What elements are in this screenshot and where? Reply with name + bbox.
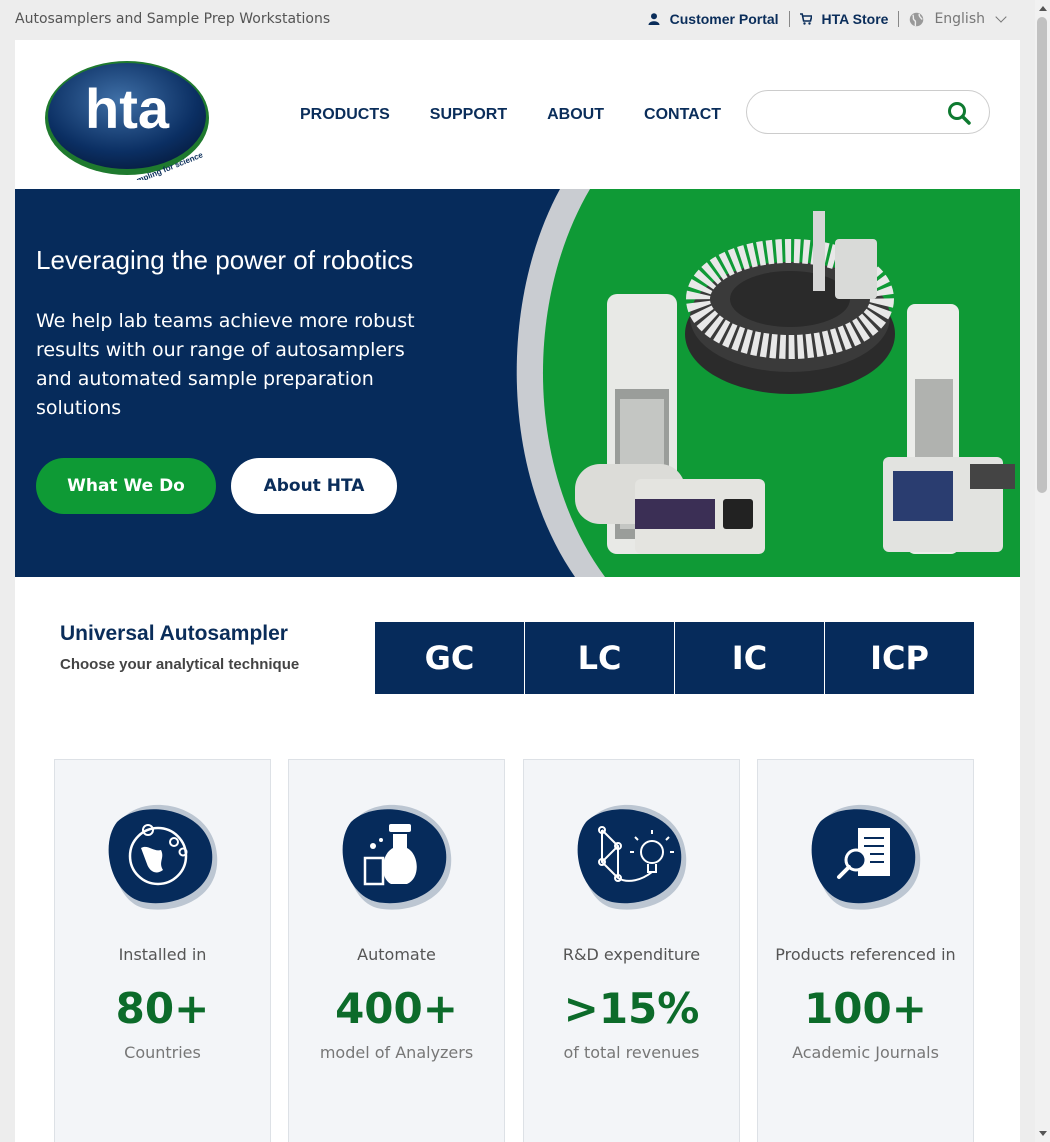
hero-title: Leveraging the power of robotics: [36, 245, 414, 275]
language-label: English: [934, 11, 985, 27]
technique-icp-button[interactable]: ICP: [825, 622, 974, 694]
globe-icon: [910, 12, 924, 26]
universal-title: Universal Autosampler: [60, 622, 288, 645]
search-input[interactable]: [765, 101, 935, 123]
hero-text: We help lab teams achieve more robust re…: [36, 310, 415, 419]
nav-item-products[interactable]: PRODUCTS: [300, 106, 390, 124]
nav-item-contact[interactable]: CONTACT: [644, 106, 721, 124]
technique-lc-button[interactable]: LC: [525, 622, 674, 694]
logo-text: hta: [85, 77, 170, 140]
stat-label-bottom: of total revenues: [563, 1043, 700, 1062]
lab-flask-icon: [342, 804, 452, 910]
utility-links: Customer Portal HTA Store English: [638, 10, 1015, 27]
stat-label-top: Automate: [357, 945, 436, 964]
universal-subtitle: Choose your analytical technique: [60, 656, 300, 673]
stat-card-journals: Products referenced in 100+ Academic Jou…: [757, 759, 974, 1142]
page-content: hta sampling for science PRODUCTS SUPPOR…: [15, 40, 1020, 1142]
stat-card-countries: Installed in 80+ Countries: [54, 759, 271, 1142]
top-utility-bar: Autosamplers and Sample Prep Workstation…: [0, 0, 1035, 40]
scroll-up-arrow-icon[interactable]: [1039, 6, 1047, 11]
stat-number: 100+: [804, 984, 927, 1033]
search-box: [746, 90, 990, 134]
scrollbar-thumb[interactable]: [1037, 17, 1047, 493]
universal-autosampler-section: Universal Autosampler Choose your analyt…: [15, 622, 1020, 694]
document-search-icon: [811, 804, 921, 910]
stat-number: 80+: [115, 984, 210, 1033]
stat-label-top: Installed in: [118, 945, 207, 964]
stat-label-top: Products referenced in: [775, 945, 956, 964]
nav-item-about[interactable]: ABOUT: [547, 106, 604, 124]
stat-label-top: R&D expenditure: [562, 945, 701, 964]
hero-banner: Leveraging the power of robotics We help…: [15, 189, 1020, 577]
customer-portal-link[interactable]: Customer Portal: [638, 11, 789, 27]
technique-ic-button[interactable]: IC: [675, 622, 824, 694]
chevron-down-icon: [995, 10, 1007, 23]
language-selector[interactable]: English: [899, 10, 1015, 27]
stat-card-rnd: R&D expenditure >15% of total revenues: [523, 759, 740, 1142]
main-nav: PRODUCTS SUPPORT ABOUT CONTACT: [300, 106, 761, 124]
scroll-down-arrow-icon[interactable]: [1039, 1131, 1047, 1136]
stat-label-bottom: Academic Journals: [792, 1043, 939, 1062]
stat-label-bottom: Countries: [124, 1043, 201, 1062]
store-label: HTA Store: [821, 11, 889, 27]
innovation-bulb-icon: [577, 804, 687, 910]
hta-logo[interactable]: hta sampling for science: [45, 60, 210, 180]
stat-number: >15%: [563, 984, 700, 1033]
site-header: hta sampling for science PRODUCTS SUPPOR…: [15, 40, 1020, 189]
autosampler-products-image: [575, 211, 1015, 554]
store-link[interactable]: HTA Store: [790, 11, 899, 27]
globe-pin-icon: [108, 804, 218, 910]
cart-icon: [799, 13, 812, 25]
nav-item-support[interactable]: SUPPORT: [430, 106, 507, 124]
search-icon[interactable]: [947, 101, 971, 125]
what-we-do-button[interactable]: What We Do: [36, 458, 216, 514]
stat-label-bottom: model of Analyzers: [319, 1043, 474, 1062]
technique-gc-button[interactable]: GC: [375, 622, 524, 694]
user-icon: [648, 13, 660, 25]
stat-card-analyzers: Automate 400+ model of Analyzers: [288, 759, 505, 1142]
scrollbar[interactable]: [1035, 0, 1050, 1142]
about-hta-button[interactable]: About HTA: [231, 458, 397, 514]
site-tagline: Autosamplers and Sample Prep Workstation…: [15, 11, 331, 27]
stat-number: 400+: [335, 984, 458, 1033]
customer-portal-label: Customer Portal: [669, 11, 779, 27]
